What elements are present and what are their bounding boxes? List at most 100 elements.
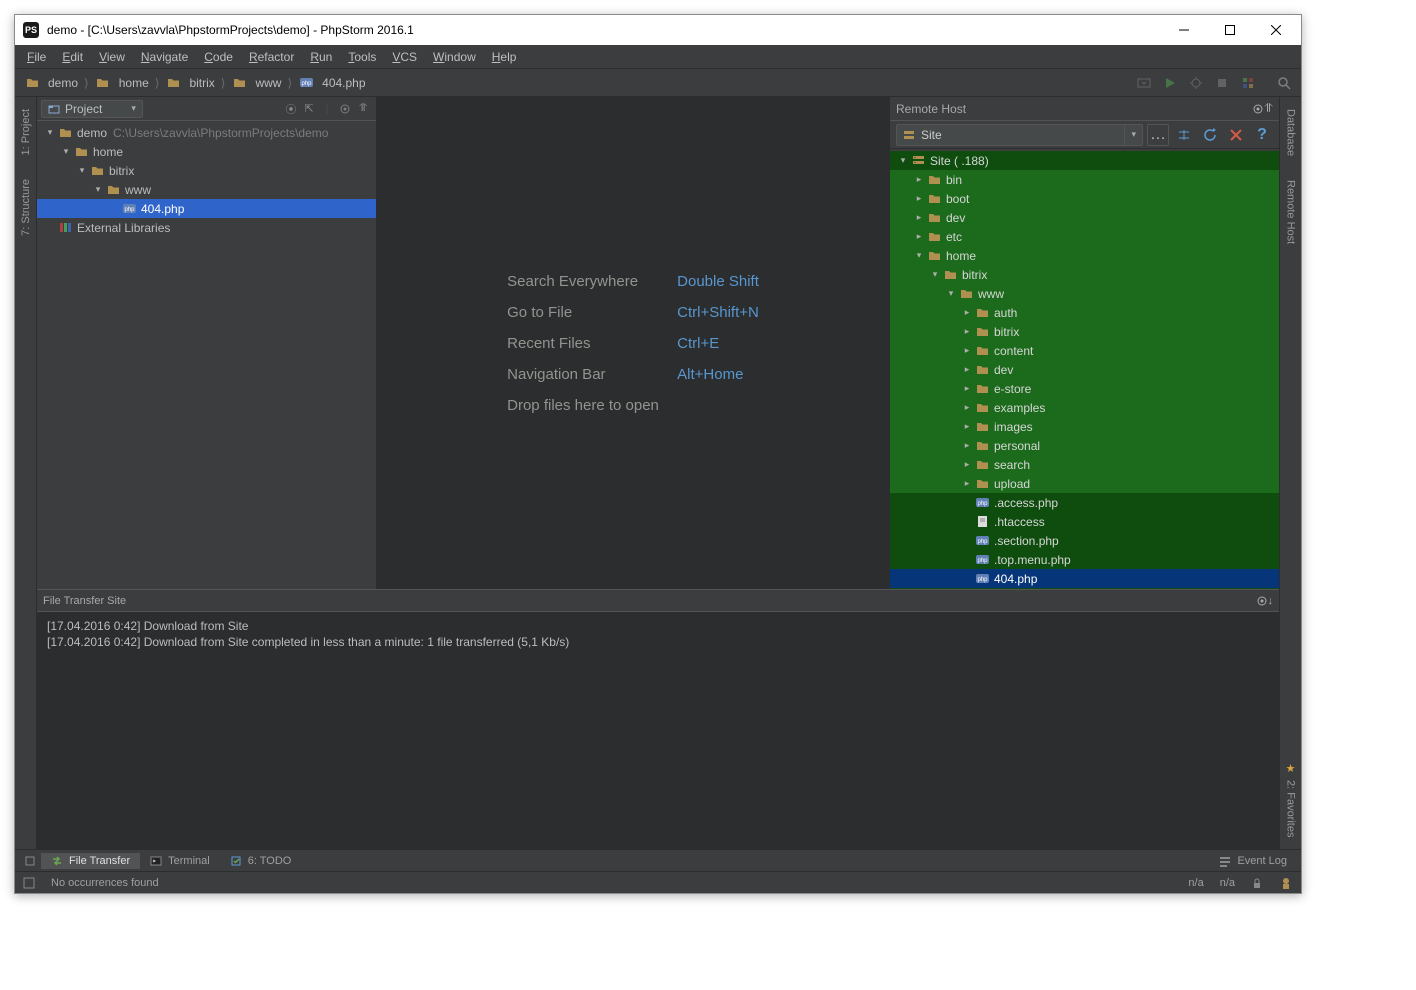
tree-row-demo[interactable]: ▾demoC:\Users\zavvla\PhpstormProjects\de… (37, 123, 376, 142)
bottom-tab-terminal[interactable]: Terminal (140, 853, 220, 869)
chevron-right-icon[interactable]: ▸ (912, 174, 926, 185)
hide-panel-icon[interactable]: ⥣ (354, 100, 372, 118)
chevron-right-icon[interactable]: ▸ (960, 364, 974, 375)
tree-row-home[interactable]: ▾home (37, 142, 376, 161)
tree-row-404-php[interactable]: ·php404.php (890, 569, 1279, 588)
lock-icon[interactable] (1251, 877, 1263, 889)
chevron-right-icon[interactable]: ▸ (960, 383, 974, 394)
tree-row-images[interactable]: ▸images (890, 417, 1279, 436)
tree-row-examples[interactable]: ▸examples (890, 398, 1279, 417)
chevron-right-icon[interactable]: ▸ (912, 231, 926, 242)
debug-button[interactable] (1185, 72, 1207, 94)
chevron-down-icon[interactable]: ▾ (59, 146, 73, 157)
gear-icon[interactable] (1252, 103, 1264, 115)
run-button[interactable] (1159, 72, 1181, 94)
disconnect-icon[interactable] (1225, 124, 1247, 146)
tree-row-upload[interactable]: ▸upload (890, 474, 1279, 493)
tree-row--access-php[interactable]: ·php.access.php (890, 493, 1279, 512)
chevron-down-icon[interactable]: ▾ (91, 184, 105, 195)
tree-row-search[interactable]: ▸search (890, 455, 1279, 474)
hector-icon[interactable] (1279, 877, 1293, 889)
tree-row--top-menu-php[interactable]: ·php.top.menu.php (890, 550, 1279, 569)
tree-row--htaccess[interactable]: ·.htaccess (890, 512, 1279, 531)
chevron-right-icon[interactable]: ▸ (960, 459, 974, 470)
tool-window-pin-icon[interactable] (19, 855, 41, 867)
chevron-right-icon[interactable]: ▸ (960, 478, 974, 489)
project-tool-tab[interactable]: 1: Project (20, 105, 32, 159)
hide-panel-icon[interactable]: ⥣ (1264, 101, 1273, 116)
menu-navigate[interactable]: Navigate (133, 48, 196, 66)
tree-row-bin[interactable]: ▸bin (890, 170, 1279, 189)
menu-help[interactable]: Help (484, 48, 525, 66)
chevron-right-icon[interactable]: ▸ (960, 421, 974, 432)
tree-row-site-188-[interactable]: ▾Site ( .188) (890, 151, 1279, 170)
tree-row-www[interactable]: ▾www (37, 180, 376, 199)
stop-button[interactable] (1211, 72, 1233, 94)
bottom-tab-6-todo[interactable]: 6: TODO (220, 853, 302, 869)
tree-row--section-php[interactable]: ·php.section.php (890, 531, 1279, 550)
chevron-right-icon[interactable]: ▸ (960, 326, 974, 337)
gear-icon[interactable] (1256, 595, 1268, 607)
collapse-all-icon[interactable]: ⇱ (300, 100, 318, 118)
menu-view[interactable]: View (91, 48, 133, 66)
run-config-dropdown[interactable] (1133, 72, 1155, 94)
update-project-button[interactable] (1237, 72, 1259, 94)
structure-tool-tab[interactable]: 7: Structure (20, 175, 32, 240)
breadcrumb-www[interactable]: www (226, 74, 286, 92)
tree-row-www[interactable]: ▾www (890, 284, 1279, 303)
gear-icon[interactable] (336, 100, 354, 118)
chevron-down-icon[interactable]: ▾ (75, 165, 89, 176)
tree-row-dev[interactable]: ▸dev (890, 208, 1279, 227)
more-button[interactable]: … (1147, 124, 1169, 146)
project-view-selector[interactable]: Project ▾ (41, 100, 143, 118)
chevron-down-icon[interactable]: ▾ (912, 250, 926, 261)
menu-file[interactable]: File (19, 48, 54, 66)
chevron-right-icon[interactable]: ▸ (960, 307, 974, 318)
chevron-down-icon[interactable]: ▾ (928, 269, 942, 280)
tree-row-bitrix[interactable]: ▸bitrix (890, 322, 1279, 341)
menu-tools[interactable]: Tools (340, 48, 384, 66)
database-tool-tab[interactable]: Database (1285, 105, 1297, 160)
refresh-icon[interactable] (1199, 124, 1221, 146)
file-transfer-log[interactable]: [17.04.2016 0:42] Download from Site[17.… (37, 612, 1279, 849)
tree-row-etc[interactable]: ▸etc (890, 227, 1279, 246)
chevron-right-icon[interactable]: ▸ (912, 193, 926, 204)
tree-row-auth[interactable]: ▸auth (890, 303, 1279, 322)
tree-row-boot[interactable]: ▸boot (890, 189, 1279, 208)
menu-vcs[interactable]: VCS (384, 48, 425, 66)
breadcrumb-bitrix[interactable]: bitrix (160, 74, 219, 92)
minimize-button[interactable] (1161, 15, 1207, 45)
menu-edit[interactable]: Edit (54, 48, 91, 66)
menu-run[interactable]: Run (302, 48, 340, 66)
remote-tree[interactable]: ▾Site ( .188)▸bin▸boot▸dev▸etc▾home▾bitr… (890, 149, 1279, 589)
tree-row-bitrix[interactable]: ▾bitrix (890, 265, 1279, 284)
bottom-tab-file-transfer[interactable]: File Transfer (41, 853, 140, 869)
tree-row-dev[interactable]: ▸dev (890, 360, 1279, 379)
search-everywhere-button[interactable] (1273, 72, 1295, 94)
breadcrumb-demo[interactable]: demo (19, 74, 83, 92)
maximize-button[interactable] (1207, 15, 1253, 45)
project-tree[interactable]: ▾demoC:\Users\zavvla\PhpstormProjects\de… (37, 121, 376, 589)
chevron-right-icon[interactable]: ▸ (960, 440, 974, 451)
event-log-tab[interactable]: Event Log (1209, 853, 1297, 869)
hide-panel-icon[interactable]: ↓ (1268, 595, 1274, 607)
favorites-tool-tab[interactable]: ★2: Favorites (1284, 758, 1297, 841)
close-button[interactable] (1253, 15, 1299, 45)
locate-icon[interactable]: ⦿ (282, 100, 300, 118)
chevron-down-icon[interactable]: ▾ (944, 288, 958, 299)
remote-site-selector[interactable]: Site ▾ (896, 124, 1143, 146)
chevron-down-icon[interactable]: ▾ (43, 127, 57, 138)
tree-row-e-store[interactable]: ▸e-store (890, 379, 1279, 398)
help-icon[interactable]: ? (1251, 124, 1273, 146)
chevron-down-icon[interactable]: ▾ (896, 155, 910, 166)
remote-host-tool-tab[interactable]: Remote Host (1285, 176, 1297, 248)
tree-row-personal[interactable]: ▸personal (890, 436, 1279, 455)
editor-placeholder[interactable]: Search EverywhereDouble Shift Go to File… (377, 97, 889, 589)
menu-refactor[interactable]: Refactor (241, 48, 302, 66)
tree-row-home[interactable]: ▾home (890, 246, 1279, 265)
menu-code[interactable]: Code (196, 48, 241, 66)
breadcrumb-404-php[interactable]: php404.php (293, 74, 370, 92)
chevron-right-icon[interactable]: ▸ (960, 402, 974, 413)
tree-row-bitrix[interactable]: ▾bitrix (37, 161, 376, 180)
tree-row-404-php[interactable]: ·php404.php (37, 199, 376, 218)
